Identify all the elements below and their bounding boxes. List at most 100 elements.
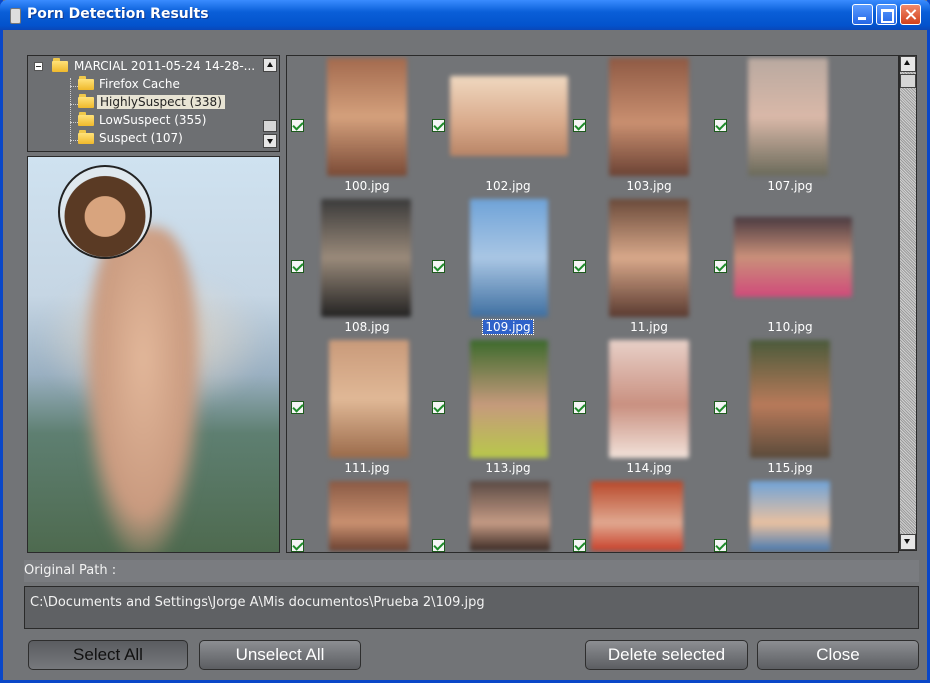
folder-icon [78, 94, 94, 108]
filename-text: 111.jpg [344, 461, 390, 475]
thumbnail-filename: 102.jpg [448, 179, 568, 193]
thumbnail-filename: 109.jpg [448, 319, 568, 335]
thumbnail-item[interactable]: 102.jpg [428, 56, 569, 197]
thumbnail-checkbox[interactable] [432, 260, 445, 273]
thumbnail-checkbox[interactable] [573, 401, 586, 414]
path-value: C:\Documents and Settings\Jorge A\Mis do… [30, 595, 485, 610]
folder-icon [52, 58, 68, 72]
thumbnail-checkbox[interactable] [714, 260, 727, 273]
thumbnail-checkbox[interactable] [432, 539, 445, 552]
preview-blur-shape [83, 227, 203, 552]
tree-item-label: Suspect (107) [99, 131, 183, 145]
thumbnail-checkbox[interactable] [714, 539, 727, 552]
thumbnail-item[interactable]: 109.jpg [428, 197, 569, 338]
thumbnail-item[interactable]: 111.jpg [287, 338, 428, 479]
grid-scrollbar[interactable] [899, 55, 917, 551]
tree-scrollbar[interactable] [263, 58, 277, 148]
scroll-down-icon[interactable] [263, 134, 277, 148]
thumbnail-checkbox[interactable] [573, 260, 586, 273]
thumbnail-image[interactable] [327, 58, 407, 176]
thumbnail-filename: 103.jpg [589, 179, 709, 193]
thumbnail-filename: 111.jpg [307, 461, 427, 475]
thumbnail-image[interactable] [591, 481, 683, 551]
thumbnail-item[interactable] [428, 479, 569, 552]
thumbnail-filename: 115.jpg [730, 461, 850, 475]
maximize-button[interactable] [876, 4, 897, 25]
unselect-all-button[interactable]: Unselect All [199, 640, 361, 670]
thumbnail-checkbox[interactable] [573, 119, 586, 132]
thumbnail-item[interactable]: 103.jpg [569, 56, 710, 197]
thumbnail-image[interactable] [734, 217, 852, 297]
thumbnail-item[interactable]: 11.jpg [569, 197, 710, 338]
folder-icon [78, 76, 94, 90]
thumbnail-image[interactable] [609, 58, 689, 176]
select-all-button[interactable]: Select All [28, 640, 188, 670]
minimize-button[interactable] [852, 4, 873, 25]
image-preview [27, 156, 280, 553]
thumbnail-checkbox[interactable] [291, 401, 304, 414]
window-title: Porn Detection Results [27, 6, 209, 22]
thumbnail-image[interactable] [750, 481, 830, 551]
tree-item-label: LowSuspect (355) [99, 113, 207, 127]
thumbnail-item[interactable]: 100.jpg [287, 56, 428, 197]
tree-root-label: MARCIAL 2011-05-24 14-28-... [74, 59, 256, 73]
path-header [24, 560, 919, 582]
tree-connector [70, 78, 71, 144]
thumbnail-checkbox[interactable] [714, 401, 727, 414]
thumbnail-checkbox[interactable] [291, 119, 304, 132]
thumbnail-item[interactable]: 108.jpg [287, 197, 428, 338]
thumbnail-image[interactable] [450, 76, 568, 156]
filename-text: 108.jpg [344, 320, 390, 334]
scroll-thumb[interactable] [900, 74, 916, 88]
thumbnail-image[interactable] [470, 340, 548, 458]
close-window-button[interactable] [900, 4, 921, 25]
scroll-up-icon[interactable] [263, 58, 277, 72]
thumbnail-item[interactable]: 115.jpg [710, 338, 851, 479]
filename-text: 109.jpg [482, 319, 534, 335]
thumbnail-checkbox[interactable] [573, 539, 586, 552]
thumbnail-image[interactable] [470, 481, 550, 551]
thumbnail-image[interactable] [470, 199, 548, 317]
thumbnail-item[interactable]: 107.jpg [710, 56, 851, 197]
thumbnail-filename: 110.jpg [730, 320, 850, 334]
filename-text: 107.jpg [767, 179, 813, 193]
thumbnail-item[interactable] [569, 479, 710, 552]
thumbnail-checkbox[interactable] [291, 539, 304, 552]
thumbnail-item[interactable]: 110.jpg [710, 197, 852, 338]
thumbnail-image[interactable] [609, 199, 689, 317]
title-bar[interactable]: Porn Detection Results [0, 0, 930, 30]
thumbnail-checkbox[interactable] [432, 401, 445, 414]
collapse-icon[interactable] [34, 62, 43, 71]
scroll-down-icon[interactable] [900, 534, 916, 550]
thumbnail-checkbox[interactable] [291, 260, 304, 273]
thumbnail-item[interactable]: 113.jpg [428, 338, 569, 479]
thumbnail-image[interactable] [609, 340, 689, 458]
thumbnail-checkbox[interactable] [714, 119, 727, 132]
scroll-thumb[interactable] [263, 120, 277, 132]
thumbnail-filename: 114.jpg [589, 461, 709, 475]
tree-item-label: HighlySuspect (338) [97, 95, 225, 109]
thumbnail-image[interactable] [321, 199, 411, 317]
thumbnail-image[interactable] [748, 58, 828, 176]
close-button[interactable]: Close [757, 640, 919, 670]
thumbnail-filename: 108.jpg [307, 320, 427, 334]
delete-selected-button[interactable]: Delete selected [585, 640, 748, 670]
thumbnail-image[interactable] [750, 340, 830, 458]
thumbnail-filename: 113.jpg [448, 461, 568, 475]
filename-text: 110.jpg [767, 320, 813, 334]
thumbnail-item[interactable]: 114.jpg [569, 338, 710, 479]
thumbnail-item[interactable] [287, 479, 428, 552]
thumbnail-image[interactable] [329, 481, 409, 551]
path-field[interactable]: C:\Documents and Settings\Jorge A\Mis do… [24, 586, 919, 629]
filename-text: 115.jpg [767, 461, 813, 475]
filename-text: 103.jpg [626, 179, 672, 193]
thumbnail-image[interactable] [329, 340, 409, 458]
folder-tree[interactable]: MARCIAL 2011-05-24 14-28-... Firefox Cac… [27, 55, 280, 152]
scroll-up-icon[interactable] [900, 56, 916, 72]
folder-icon [78, 112, 94, 126]
thumbnail-checkbox[interactable] [432, 119, 445, 132]
thumbnail-grid[interactable]: 100.jpg 102.jpg 103.jpg 107.jpg 108.jpg 109.j… [286, 55, 899, 553]
thumbnail-item[interactable] [710, 479, 851, 552]
face-avatar [58, 165, 152, 259]
folder-icon [78, 130, 94, 144]
